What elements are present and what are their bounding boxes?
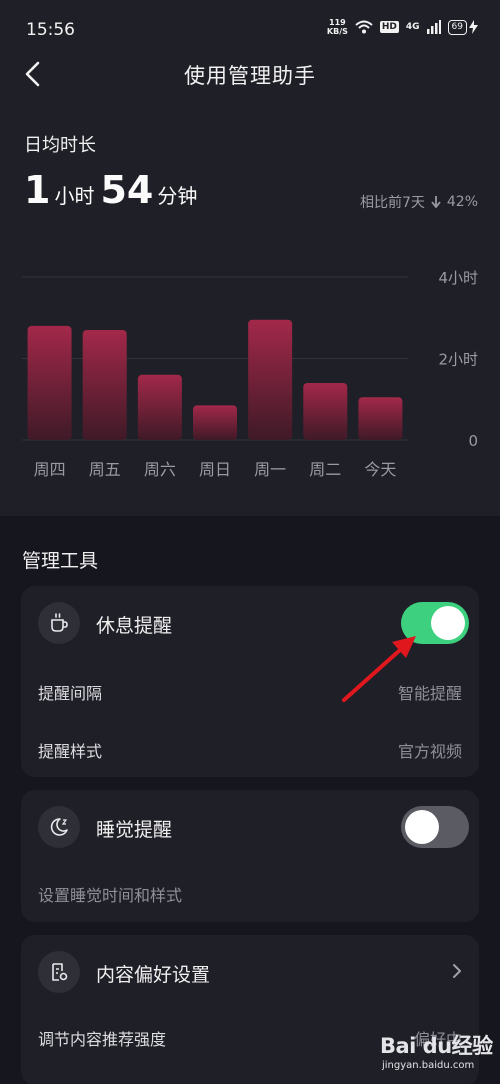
sleep-reminder-title: 睡觉提醒 xyxy=(96,819,173,841)
usage-bar[interactable] xyxy=(193,405,237,440)
y-tick-label: 0 xyxy=(468,432,478,450)
y-tick-label: 2小时 xyxy=(438,351,478,369)
network-speed: 119 KB/S xyxy=(327,18,348,36)
usage-bar[interactable] xyxy=(248,319,293,440)
status-time: 15:56 xyxy=(26,20,75,40)
network-speed-value: 119 xyxy=(329,18,346,27)
compare-change: 42% xyxy=(446,194,478,210)
usage-bar[interactable] xyxy=(82,329,127,440)
signal-icon xyxy=(426,20,441,34)
minutes-unit: 分钟 xyxy=(157,184,198,208)
document-settings-icon xyxy=(52,963,68,981)
usage-summary-panel: 15:56 119 KB/S HD 4G 69 使用管理助手 日均时长 1 小时… xyxy=(0,0,500,516)
x-tick-label: 周四 xyxy=(34,460,66,479)
usage-bar[interactable] xyxy=(303,382,348,440)
compare-label: 相比前7天 xyxy=(359,195,425,211)
x-tick-label: 今天 xyxy=(364,460,396,479)
status-icons: 119 KB/S HD 4G 69 xyxy=(327,18,478,36)
daily-average-value: 1 小时 54 分钟 xyxy=(24,168,203,212)
sleep-reminder-toggle[interactable] xyxy=(401,806,469,848)
x-tick-label: 周二 xyxy=(309,460,341,479)
page-title: 使用管理助手 xyxy=(184,64,316,88)
toggle-knob xyxy=(405,810,439,844)
rest-icon-badge xyxy=(38,602,80,644)
sleep-reminder-subtitle[interactable]: 设置睡觉时间和样式 xyxy=(38,882,182,906)
x-tick-label: 周日 xyxy=(199,460,231,479)
daily-average-label: 日均时长 xyxy=(24,135,96,156)
annotation-arrow-icon xyxy=(342,636,416,702)
moon-icon xyxy=(50,818,68,836)
wifi-icon xyxy=(355,20,373,34)
watermark-main: Bai du经验 xyxy=(380,1034,493,1058)
battery-level: 69 xyxy=(447,19,467,35)
charging-bolt-icon xyxy=(469,20,478,34)
minutes-value: 54 xyxy=(100,168,154,212)
sleep-reminder-card: 睡觉提醒 设置睡觉时间和样式 xyxy=(21,790,479,922)
battery-indicator: 69 xyxy=(447,19,478,35)
hours-unit: 小时 xyxy=(54,184,95,208)
toggle-knob xyxy=(431,606,465,640)
content-icon-badge xyxy=(38,951,80,993)
sleep-icon-badge xyxy=(38,806,80,848)
watermark-sub: jingyan.baidu.com xyxy=(382,1060,475,1071)
rest-reminder-title: 休息提醒 xyxy=(96,615,173,637)
watermark: Bai du经验 jingyan.baidu.com xyxy=(380,1024,496,1082)
network-type: 4G xyxy=(405,22,420,32)
content-pref-title: 内容偏好设置 xyxy=(96,964,211,986)
recommend-strength-label[interactable]: 调节内容推荐强度 xyxy=(38,1026,166,1050)
style-value[interactable]: 官方视频 xyxy=(398,738,462,762)
interval-label[interactable]: 提醒间隔 xyxy=(38,680,102,704)
section-title-tools: 管理工具 xyxy=(22,550,99,572)
style-label[interactable]: 提醒样式 xyxy=(38,738,102,762)
hd-badge: HD xyxy=(379,21,399,33)
daily-usage-chart: 4小时 2小时 0 周四 周五 周六 周日 周一 周二 今天 xyxy=(22,269,478,479)
nav-header: 使用管理助手 xyxy=(0,50,500,96)
network-speed-unit: KB/S xyxy=(326,27,348,36)
usage-bar[interactable] xyxy=(27,325,72,440)
x-tick-label: 周五 xyxy=(89,460,121,479)
y-tick-label: 4小时 xyxy=(438,269,478,287)
down-arrow-icon xyxy=(431,196,441,208)
usage-bar[interactable] xyxy=(137,374,182,440)
weekly-comparison: 相比前7天 42% xyxy=(360,192,478,212)
hours-value: 1 xyxy=(24,168,51,212)
x-tick-label: 周六 xyxy=(144,460,176,479)
coffee-cup-icon xyxy=(51,613,68,632)
x-tick-label: 周一 xyxy=(254,460,286,479)
usage-bar[interactable] xyxy=(358,397,403,440)
chevron-right-icon[interactable] xyxy=(449,961,465,981)
